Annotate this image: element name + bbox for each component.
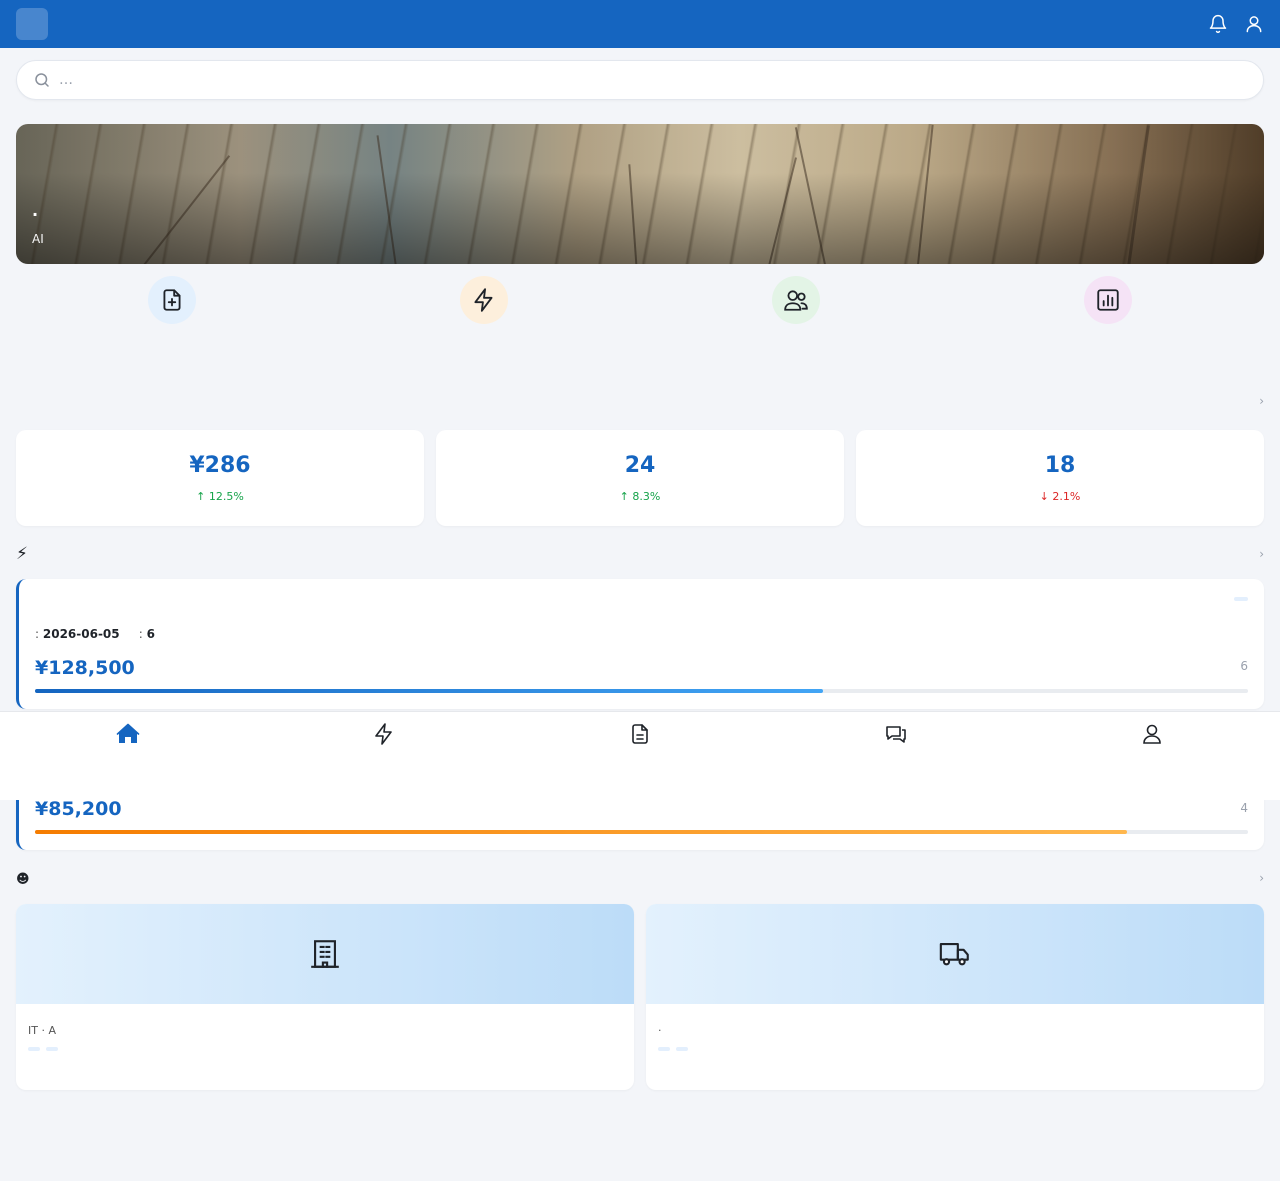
partners-section-title: ☻ [16, 868, 30, 888]
partner-card[interactable]: IT · A [16, 904, 634, 1090]
amount-value: ¥128,500 [35, 657, 135, 679]
partners-section-icon: ☻ [16, 872, 30, 887]
header-actions [1208, 14, 1264, 34]
app-logo[interactable] [16, 8, 48, 40]
stat-card[interactable]: 24 ↑ 8.3% [436, 430, 844, 526]
user-icon[interactable] [1244, 14, 1264, 34]
stat-value: 18 [1044, 453, 1076, 478]
deadline-value: 2026-06-05 [42, 627, 120, 641]
deadline-label: : [35, 627, 40, 641]
stat-card[interactable]: ¥286 ↑ 12.5% [16, 430, 424, 526]
quick-action-3[interactable] [952, 276, 1264, 356]
banner-title: · [32, 205, 39, 224]
partner-tag [676, 1047, 688, 1051]
quick-action-1-circle[interactable] [460, 276, 508, 324]
progress-track [35, 830, 1248, 834]
tab-documents[interactable] [512, 712, 768, 800]
partner-image [646, 904, 1264, 1004]
amount-value: ¥85,200 [35, 798, 122, 820]
tab-bidding[interactable] [256, 712, 512, 800]
progress-fill [35, 830, 1127, 834]
stats-cards: ¥286 ↑ 12.5% 24 ↑ 8.3% 18 ↓ 2.1% [16, 430, 1264, 526]
partner-tag [28, 1047, 40, 1051]
projects-section-title: ⚡ [16, 544, 28, 564]
bidders-label: : [138, 627, 143, 641]
building-icon [311, 940, 339, 968]
stat-change: ↑ 12.5% [196, 490, 244, 503]
lightning-icon [375, 723, 392, 745]
projects-section-header: ⚡ › [16, 544, 1264, 564]
progress-fill [35, 689, 824, 693]
stats-more-link[interactable]: › [1259, 394, 1264, 408]
remaining-time: 6 [1240, 659, 1248, 673]
partner-list: IT · A · [16, 904, 1264, 1090]
quick-actions [16, 276, 1264, 356]
stat-value: ¥286 [189, 453, 251, 478]
partner-image [16, 904, 634, 1004]
chat-icon [886, 726, 906, 743]
users-icon [784, 290, 808, 311]
project-amount: ¥128,500 [35, 657, 139, 679]
quick-action-0[interactable] [16, 276, 328, 356]
stat-change: ↓ 2.1% [1039, 490, 1081, 503]
remaining-time: 4 [1240, 801, 1248, 815]
search-bar[interactable] [16, 60, 1264, 100]
partner-tag [46, 1047, 58, 1051]
truck-icon [939, 943, 969, 966]
tab-messages[interactable] [768, 712, 1024, 800]
document-icon [632, 724, 648, 744]
quick-action-2[interactable] [640, 276, 952, 356]
projects-more-link[interactable]: › [1259, 547, 1264, 561]
quick-action-0-circle[interactable] [148, 276, 196, 324]
partner-desc: IT · A [28, 1024, 56, 1037]
hero-banner[interactable]: · AI [16, 124, 1264, 264]
bar-chart-icon [1097, 289, 1119, 311]
quick-action-3-circle[interactable] [1084, 276, 1132, 324]
stats-section-header: › [16, 394, 1264, 408]
user-icon [1143, 724, 1161, 744]
bottom-tabbar [0, 711, 1280, 800]
banner-subtitle: AI [32, 232, 44, 246]
partner-tag [658, 1047, 670, 1051]
lightning-icon [474, 288, 493, 312]
home-icon [116, 723, 140, 743]
stat-change: ↑ 8.3% [619, 490, 661, 503]
partners-more-link[interactable]: › [1259, 871, 1264, 885]
partners-section-header: ☻ › [16, 868, 1264, 888]
stat-value: 24 [624, 453, 656, 478]
quick-action-1[interactable] [328, 276, 640, 356]
bidders-value: 6 [146, 627, 155, 641]
stat-card[interactable]: 18 ↓ 2.1% [856, 430, 1264, 526]
app-header [0, 0, 1280, 48]
partner-desc: · [658, 1024, 662, 1037]
partner-card[interactable]: · [646, 904, 1264, 1090]
search-input[interactable] [59, 72, 1247, 88]
tab-profile[interactable] [1024, 712, 1280, 800]
quick-action-2-circle[interactable] [772, 276, 820, 324]
search-icon [35, 73, 49, 87]
status-badge [1234, 597, 1248, 601]
progress-track [35, 689, 1248, 693]
project-meta: : 2026-06-05 : 6 [35, 627, 155, 641]
file-plus-icon [163, 289, 181, 311]
project-card[interactable]: : 2026-06-05 : 6 ¥128,500 6 [16, 579, 1264, 709]
bell-icon[interactable] [1208, 14, 1228, 34]
tab-home[interactable] [0, 712, 256, 800]
project-amount: ¥85,200 [35, 798, 126, 820]
